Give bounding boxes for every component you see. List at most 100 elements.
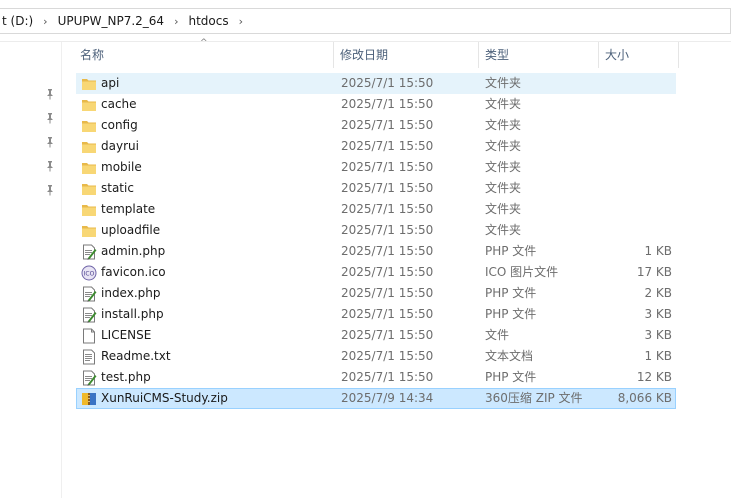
navigation-pane[interactable] — [0, 42, 62, 498]
file-row[interactable]: ICO favicon.ico 2025/7/1 15:50 ICO 图片文件 17 K… — [76, 262, 676, 283]
folder-icon — [81, 223, 97, 239]
file-row[interactable]: admin.php 2025/7/1 15:50 PHP 文件 1 KB — [76, 241, 676, 262]
pin-icon[interactable] — [44, 136, 56, 148]
file-row[interactable]: install.php 2025/7/1 15:50 PHP 文件 3 KB — [76, 304, 676, 325]
file-type: 文件夹 — [485, 181, 522, 195]
column-name[interactable]: 名称 — [74, 42, 334, 68]
breadcrumb-separator-icon[interactable]: › — [239, 15, 243, 28]
file-date: 2025/7/1 15:50 — [341, 328, 434, 342]
text-file-icon — [81, 349, 97, 365]
file-name: dayrui — [101, 139, 139, 153]
file-size: 8,066 KB — [617, 391, 672, 405]
file-date: 2025/7/1 15:50 — [341, 160, 434, 174]
php-file-icon — [81, 307, 97, 323]
file-type: PHP 文件 — [485, 307, 537, 321]
pin-icon[interactable] — [44, 160, 56, 172]
file-row[interactable]: config 2025/7/1 15:50 文件夹 — [76, 115, 676, 136]
file-name: uploadfile — [101, 223, 161, 237]
column-size[interactable]: 大小 — [599, 42, 679, 68]
file-date: 2025/7/1 15:50 — [341, 202, 434, 216]
pin-icon[interactable] — [44, 184, 56, 196]
breadcrumb-upupw[interactable]: UPUPW_NP7.2_64 — [58, 14, 164, 28]
file-type: 文件夹 — [485, 223, 522, 237]
file-type: 文件夹 — [485, 202, 522, 216]
file-name: index.php — [101, 286, 161, 300]
php-file-icon — [81, 244, 97, 260]
file-type: PHP 文件 — [485, 244, 537, 258]
blank-file-icon — [81, 328, 97, 344]
file-type: 文件 — [485, 328, 510, 342]
file-date: 2025/7/1 15:50 — [341, 223, 434, 237]
file-size: 1 KB — [644, 349, 672, 363]
breadcrumb-separator-icon[interactable]: › — [174, 15, 178, 28]
file-name: admin.php — [101, 244, 166, 258]
breadcrumb-separator-icon[interactable]: › — [43, 15, 47, 28]
file-row[interactable]: test.php 2025/7/1 15:50 PHP 文件 12 KB — [76, 367, 676, 388]
file-name: api — [101, 76, 120, 90]
folder-icon — [81, 181, 97, 197]
file-date: 2025/7/1 15:50 — [341, 349, 434, 363]
folder-icon — [81, 76, 97, 92]
ico-file-icon: ICO — [81, 265, 97, 281]
file-type: ICO 图片文件 — [485, 265, 559, 279]
file-row[interactable]: cache 2025/7/1 15:50 文件夹 — [76, 94, 676, 115]
breadcrumb[interactable]: t (D:) › UPUPW_NP7.2_64 › htdocs › — [0, 8, 731, 34]
file-type: PHP 文件 — [485, 286, 537, 300]
file-name: XunRuiCMS-Study.zip — [101, 391, 228, 405]
file-name: Readme.txt — [101, 349, 171, 363]
file-date: 2025/7/1 15:50 — [341, 244, 434, 258]
file-row[interactable]: dayrui 2025/7/1 15:50 文件夹 — [76, 136, 676, 157]
file-date: 2025/7/1 15:50 — [341, 265, 434, 279]
file-row[interactable]: template 2025/7/1 15:50 文件夹 — [76, 199, 676, 220]
svg-text:ICO: ICO — [84, 271, 95, 278]
file-row[interactable]: mobile 2025/7/1 15:50 文件夹 — [76, 157, 676, 178]
breadcrumb-htdocs[interactable]: htdocs — [188, 14, 228, 28]
file-row[interactable]: static 2025/7/1 15:50 文件夹 — [76, 178, 676, 199]
file-row[interactable]: api 2025/7/1 15:50 文件夹 — [76, 73, 676, 94]
file-size: 12 KB — [636, 370, 672, 384]
breadcrumb-drive[interactable]: t (D:) — [2, 14, 33, 28]
column-type[interactable]: 类型 — [479, 42, 599, 68]
file-row[interactable]: XunRuiCMS-Study.zip 2025/7/9 14:34 360压缩 Z… — [76, 388, 676, 409]
file-row[interactable]: LICENSE 2025/7/1 15:50 文件 3 KB — [76, 325, 676, 346]
file-name: cache — [101, 97, 137, 111]
php-file-icon — [81, 286, 97, 302]
file-date: 2025/7/9 14:34 — [341, 391, 434, 405]
column-date[interactable]: 修改日期 — [334, 42, 479, 68]
file-type: 文本文档 — [485, 349, 534, 363]
file-type: PHP 文件 — [485, 370, 537, 384]
folder-icon — [81, 97, 97, 113]
file-name: favicon.ico — [101, 265, 166, 279]
file-date: 2025/7/1 15:50 — [341, 181, 434, 195]
file-name: install.php — [101, 307, 164, 321]
pin-icon[interactable] — [44, 88, 56, 100]
file-type: 文件夹 — [485, 97, 522, 111]
file-name: LICENSE — [101, 328, 152, 342]
php-file-icon — [81, 370, 97, 386]
file-name: template — [101, 202, 156, 216]
address-bar: t (D:) › UPUPW_NP7.2_64 › htdocs › — [0, 0, 731, 42]
file-date: 2025/7/1 15:50 — [341, 286, 434, 300]
file-type: 文件夹 — [485, 160, 522, 174]
file-type: 文件夹 — [485, 139, 522, 153]
file-size: 2 KB — [644, 286, 672, 300]
file-date: 2025/7/1 15:50 — [341, 307, 434, 321]
zip-archive-icon — [81, 391, 97, 407]
pin-icon[interactable] — [44, 112, 56, 124]
file-row[interactable]: uploadfile 2025/7/1 15:50 文件夹 — [76, 220, 676, 241]
file-type: 360压缩 ZIP 文件 — [485, 391, 583, 405]
file-date: 2025/7/1 15:50 — [341, 370, 434, 384]
file-date: 2025/7/1 15:50 — [341, 118, 434, 132]
file-date: 2025/7/1 15:50 — [341, 97, 434, 111]
file-size: 1 KB — [644, 244, 672, 258]
file-row[interactable]: index.php 2025/7/1 15:50 PHP 文件 2 KB — [76, 283, 676, 304]
file-size: 17 KB — [636, 265, 672, 279]
file-size: 3 KB — [644, 328, 672, 342]
file-date: 2025/7/1 15:50 — [341, 76, 434, 90]
folder-icon — [81, 139, 97, 155]
file-type: 文件夹 — [485, 118, 522, 132]
file-type: 文件夹 — [485, 76, 522, 90]
file-row[interactable]: Readme.txt 2025/7/1 15:50 文本文档 1 KB — [76, 346, 676, 367]
file-name: static — [101, 181, 134, 195]
column-header: ^ 名称 修改日期 类型 大小 — [62, 38, 731, 68]
